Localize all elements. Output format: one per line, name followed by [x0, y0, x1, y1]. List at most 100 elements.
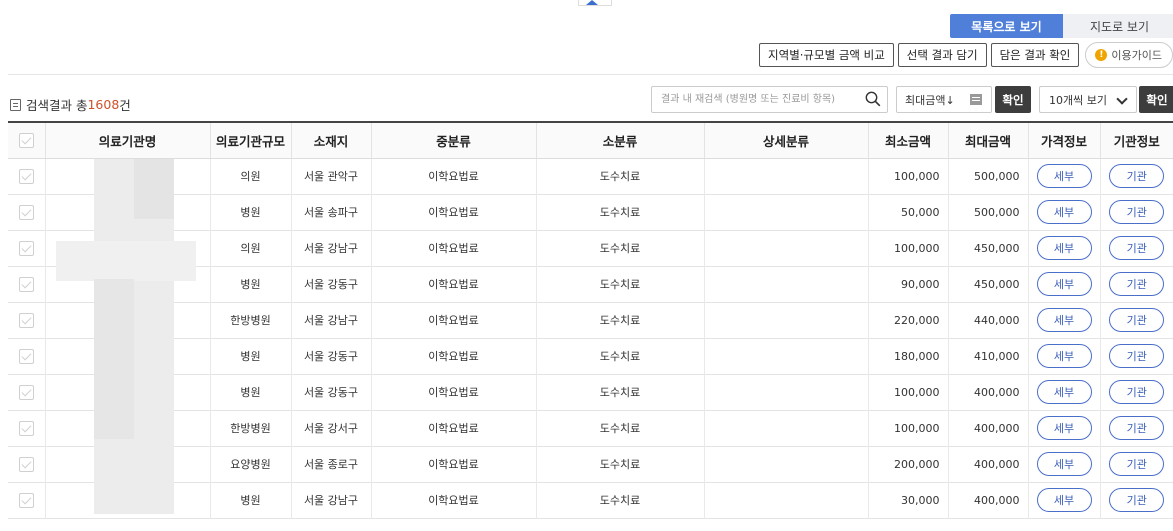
- row-checkbox[interactable]: [18, 456, 34, 472]
- org-button[interactable]: 기관: [1109, 236, 1165, 260]
- detail-button[interactable]: 세부: [1036, 308, 1092, 332]
- cell-mid-category: 이학요법료: [371, 266, 537, 302]
- cell-sub-category: 도수치료: [536, 374, 705, 410]
- org-button[interactable]: 기관: [1109, 344, 1165, 368]
- cell-name[interactable]: [45, 194, 211, 230]
- row-checkbox[interactable]: [18, 348, 34, 364]
- cell-mid-category: 이학요법료: [371, 158, 537, 194]
- result-count: 1608: [87, 97, 120, 112]
- cell-location: 서울 강남구: [291, 302, 372, 338]
- cell-mid-category: 이학요법료: [371, 230, 537, 266]
- org-button[interactable]: 기관: [1109, 272, 1165, 296]
- detail-button[interactable]: 세부: [1036, 236, 1092, 260]
- select-all-checkbox[interactable]: [18, 133, 34, 149]
- row-checkbox-cell: [8, 230, 46, 266]
- detail-button[interactable]: 세부: [1036, 488, 1092, 512]
- detail-button[interactable]: 세부: [1036, 272, 1092, 296]
- row-checkbox[interactable]: [18, 204, 34, 220]
- cell-name[interactable]: [45, 374, 211, 410]
- cell-mid-category: 이학요법료: [371, 410, 537, 446]
- org-button[interactable]: 기관: [1109, 416, 1165, 440]
- cell-location: 서울 강동구: [291, 338, 372, 374]
- chevron-down-icon: [1116, 93, 1128, 105]
- sort-confirm-button[interactable]: 확인: [995, 86, 1031, 113]
- cell-max-price: 400,000: [948, 482, 1029, 518]
- cell-name[interactable]: [45, 410, 211, 446]
- cell-location: 서울 관악구: [291, 158, 372, 194]
- row-checkbox[interactable]: [18, 384, 34, 400]
- cell-max-price: 400,000: [948, 410, 1029, 446]
- org-button[interactable]: 기관: [1109, 380, 1165, 404]
- cell-min-price: 180,000: [868, 338, 949, 374]
- cell-sub-category: 도수치료: [536, 230, 705, 266]
- cell-max-price: 440,000: [948, 302, 1029, 338]
- cell-sub-category: 도수치료: [536, 482, 705, 518]
- sort-select[interactable]: 최대금액↓: [896, 86, 992, 113]
- row-checkbox[interactable]: [18, 312, 34, 328]
- page-size-confirm-button[interactable]: 확인: [1139, 86, 1173, 113]
- org-button[interactable]: 기관: [1109, 452, 1165, 476]
- search-icon[interactable]: [865, 91, 881, 107]
- row-checkbox-cell: [8, 266, 46, 302]
- table-row: 의원 서울 관악구 이학요법료 도수치료 100,000 500,000 세부 기관: [8, 158, 1173, 194]
- detail-button[interactable]: 세부: [1036, 200, 1092, 224]
- view-saved-button[interactable]: 담은 결과 확인: [990, 43, 1080, 67]
- results-table: 의료기관명 의료기관규모 소재지 중분류 소분류 상세분류 최소금액 최대금액 …: [8, 121, 1173, 519]
- list-view-button[interactable]: 목록으로 보기: [950, 14, 1063, 38]
- org-button[interactable]: 기관: [1109, 488, 1165, 512]
- user-guide-button[interactable]: ! 이용가이드: [1085, 42, 1173, 68]
- row-checkbox[interactable]: [18, 168, 34, 184]
- header-mid-category: 중분류: [371, 122, 537, 159]
- org-button[interactable]: 기관: [1109, 164, 1165, 188]
- cell-max-price: 450,000: [948, 230, 1029, 266]
- header-size: 의료기관규모: [210, 122, 292, 159]
- cell-name[interactable]: [45, 482, 211, 518]
- row-checkbox-cell: [8, 194, 46, 230]
- cell-name[interactable]: [45, 338, 211, 374]
- page-size-select[interactable]: 10개씩 보기: [1039, 86, 1137, 113]
- search-input[interactable]: [652, 87, 852, 112]
- detail-button[interactable]: 세부: [1036, 416, 1092, 440]
- row-checkbox[interactable]: [18, 420, 34, 436]
- cell-min-price: 200,000: [868, 446, 949, 482]
- cell-size: 병원: [210, 194, 292, 230]
- org-button[interactable]: 기관: [1109, 200, 1165, 224]
- cell-name[interactable]: [45, 446, 211, 482]
- detail-button[interactable]: 세부: [1036, 380, 1092, 404]
- cell-name[interactable]: [45, 302, 211, 338]
- row-checkbox[interactable]: [18, 240, 34, 256]
- cell-org-info: 기관: [1100, 482, 1173, 518]
- cell-min-price: 100,000: [868, 410, 949, 446]
- detail-button[interactable]: 세부: [1036, 344, 1092, 368]
- cell-max-price: 450,000: [948, 266, 1029, 302]
- cell-mid-category: 이학요법료: [371, 194, 537, 230]
- cell-size: 한방병원: [210, 410, 292, 446]
- cell-sub-category: 도수치료: [536, 338, 705, 374]
- map-view-button[interactable]: 지도로 보기: [1063, 14, 1173, 38]
- result-summary: 검색결과 총 1608 건: [10, 95, 131, 114]
- cell-min-price: 90,000: [868, 266, 949, 302]
- detail-button[interactable]: 세부: [1036, 164, 1092, 188]
- cell-price-info: 세부: [1028, 446, 1101, 482]
- detail-button[interactable]: 세부: [1036, 452, 1092, 476]
- cell-size: 요양병원: [210, 446, 292, 482]
- cell-org-info: 기관: [1100, 230, 1173, 266]
- cell-name[interactable]: [45, 230, 211, 266]
- summary-suffix: 건: [119, 98, 131, 113]
- cell-org-info: 기관: [1100, 374, 1173, 410]
- row-checkbox[interactable]: [18, 276, 34, 292]
- cell-org-info: 기관: [1100, 338, 1173, 374]
- save-selected-button[interactable]: 선택 결과 담기: [897, 43, 987, 67]
- select-all-header: [8, 122, 46, 159]
- cell-detail-category: [704, 302, 869, 338]
- cell-sub-category: 도수치료: [536, 410, 705, 446]
- cell-name[interactable]: [45, 158, 211, 194]
- cell-name[interactable]: [45, 266, 211, 302]
- compare-price-button[interactable]: 지역별·규모별 금액 비교: [759, 43, 894, 67]
- cell-min-price: 220,000: [868, 302, 949, 338]
- cell-mid-category: 이학요법료: [371, 482, 537, 518]
- cell-location: 서울 강서구: [291, 410, 372, 446]
- search-box: [651, 86, 888, 113]
- row-checkbox[interactable]: [18, 492, 34, 508]
- org-button[interactable]: 기관: [1109, 308, 1165, 332]
